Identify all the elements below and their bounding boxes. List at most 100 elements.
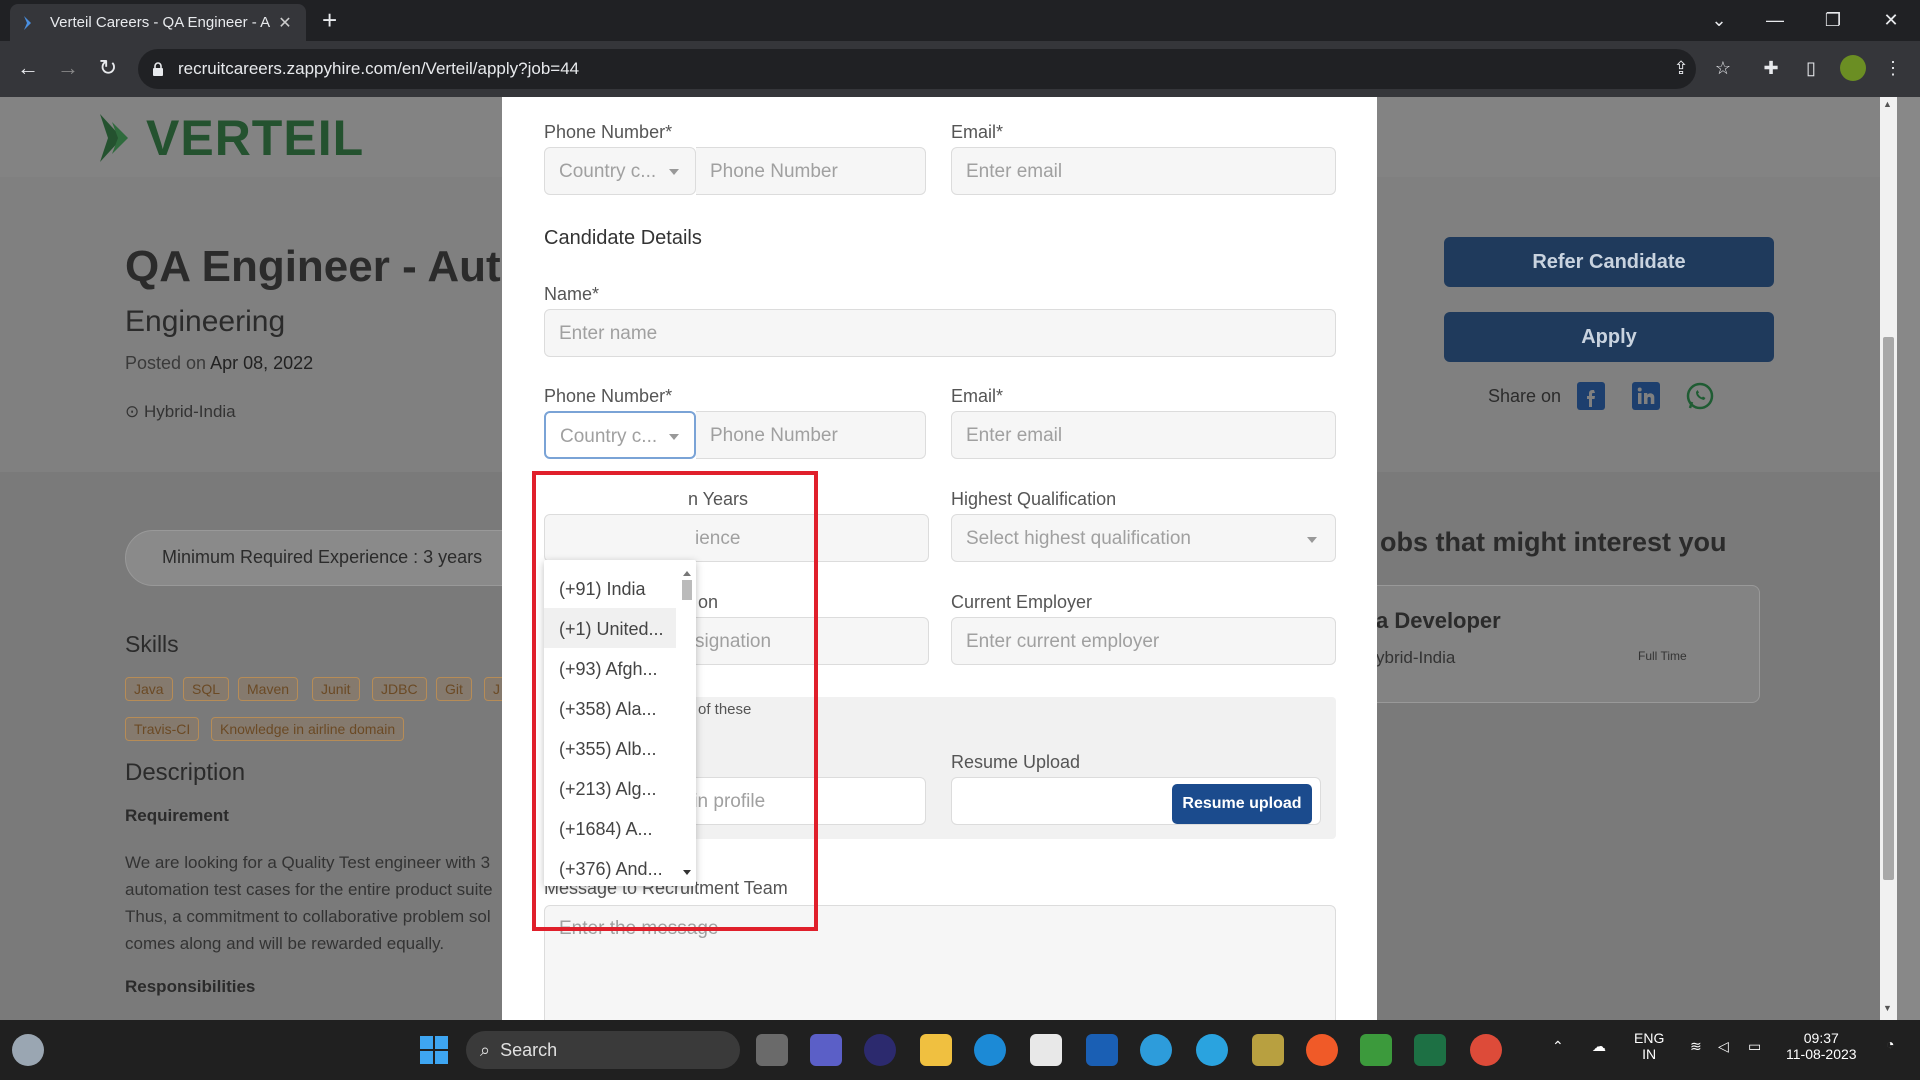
scrollbar-thumb[interactable] [1883, 337, 1894, 880]
back-icon[interactable]: ← [14, 55, 42, 81]
menu-kebab-icon[interactable]: ⋮ [1880, 55, 1906, 81]
candidate-details-heading: Candidate Details [544, 227, 702, 249]
paint-icon[interactable] [1252, 1034, 1284, 1066]
related-job-card[interactable]: a Developer ybrid-India Full Time [1340, 585, 1760, 703]
scroll-down-icon[interactable]: ▼ [1883, 1003, 1892, 1013]
clock[interactable]: 09:37 11-08-2023 [1786, 1030, 1857, 1062]
page-scrollbar[interactable]: ▲ ▼ [1880, 97, 1897, 1020]
clock-time: 09:37 [1803, 1030, 1839, 1046]
battery-icon[interactable]: ▭ [1748, 1038, 1761, 1055]
description-line: automation test cases for the entire pro… [125, 880, 493, 899]
description-line: comes along and will be rewarded equally… [125, 934, 445, 953]
extensions-icon[interactable]: ✚ [1758, 55, 1784, 81]
logo-text: VERTEIL [146, 110, 365, 166]
verteil-logo[interactable]: VERTEIL [98, 109, 364, 167]
skill-chip: Git [436, 677, 472, 701]
phone-input[interactable]: Phone Number [696, 411, 926, 459]
resume-label: Resume Upload [951, 752, 1081, 772]
location-text: Hybrid-India [143, 402, 236, 421]
employer-input[interactable]: Enter current employer [951, 617, 1336, 665]
whatsapp-icon[interactable] [1686, 382, 1714, 410]
refer-candidate-button[interactable]: Refer Candidate [1444, 237, 1774, 287]
related-job-location: ybrid-India [1376, 648, 1456, 667]
url-text: recruitcareers.zappyhire.com/en/Verteil/… [178, 59, 580, 78]
search-label: Search [500, 1039, 558, 1060]
browser-toolbar: ← → ↻ recruitcareers.zappyhire.com/en/Ve… [0, 41, 1920, 97]
language-indicator[interactable]: ENG IN [1634, 1030, 1664, 1062]
chrome-icon[interactable] [1470, 1034, 1502, 1066]
close-tab-icon[interactable]: ✕ [276, 13, 294, 33]
excel-icon[interactable] [1414, 1034, 1446, 1066]
related-job-title: a Developer [1376, 608, 1501, 633]
skill-chip: Java [125, 677, 173, 701]
top-phone-input[interactable]: Phone Number [696, 147, 926, 195]
wifi-icon[interactable]: ≋ [1690, 1038, 1702, 1055]
postman-icon[interactable] [1306, 1034, 1338, 1066]
microsoft-store-icon[interactable] [1030, 1034, 1062, 1066]
linkedin-icon[interactable] [1632, 382, 1660, 410]
browser-tab[interactable]: Verteil Careers - QA Engineer - A ✕ [10, 4, 306, 41]
job-location: ⊙ Hybrid-India [125, 402, 236, 422]
new-tab-icon[interactable]: + [322, 6, 337, 34]
eclipse-icon[interactable] [864, 1034, 896, 1066]
weather-icon[interactable] [12, 1034, 44, 1066]
chevron-down-icon [669, 434, 679, 440]
address-bar[interactable]: recruitcareers.zappyhire.com/en/Verteil/… [138, 49, 1696, 89]
teams-chat-icon[interactable] [810, 1034, 842, 1066]
verteil-favicon-icon [24, 15, 31, 30]
qualification-select[interactable]: Select highest qualification [951, 514, 1336, 562]
volume-icon[interactable]: ◁ [1718, 1038, 1729, 1055]
tab-search-chevron-icon[interactable]: ⌄ [1696, 0, 1742, 41]
edge-icon[interactable] [974, 1034, 1006, 1066]
scroll-up-icon[interactable]: ▲ [1883, 99, 1892, 109]
profile-avatar[interactable] [1840, 55, 1866, 81]
skill-chip: Knowledge in airline domain [211, 717, 405, 741]
task-view-icon[interactable] [756, 1034, 788, 1066]
resume-upload-button[interactable]: Resume upload [1172, 784, 1312, 824]
side-panel-icon[interactable]: ▯ [1798, 55, 1824, 81]
bookmark-star-icon[interactable]: ☆ [1710, 55, 1736, 81]
chevron-up-icon[interactable]: ⌃ [1552, 1038, 1564, 1055]
email-label: Email* [951, 386, 1004, 406]
taskbar-search[interactable]: ⌕ Search [466, 1031, 740, 1069]
windows-start-icon[interactable] [418, 1034, 450, 1066]
description-heading: Description [125, 759, 246, 786]
email-input[interactable]: Enter email [951, 411, 1336, 459]
restore-icon[interactable]: ❐ [1810, 0, 1856, 41]
location-pin-icon: ⊙ [125, 402, 140, 421]
node-icon[interactable] [1360, 1034, 1392, 1066]
facebook-icon[interactable] [1577, 382, 1605, 410]
top-email-input[interactable]: Enter email [951, 147, 1336, 195]
share-label: Share on [1488, 386, 1562, 406]
verteil-logo-mark-icon [100, 114, 128, 162]
posted-date: Posted on Apr 08, 2022 [125, 353, 313, 374]
description-text: We are looking for a Quality Test engine… [125, 849, 505, 957]
description-line: We are looking for a Quality Test engine… [125, 853, 491, 872]
myhp-icon[interactable] [1086, 1034, 1118, 1066]
description-line: Thus, a commitment to collaborative prob… [125, 907, 491, 926]
skill-chip: JDBC [372, 677, 427, 701]
minimize-icon[interactable]: — [1752, 0, 1798, 41]
name-input[interactable]: Enter name [544, 309, 1336, 357]
help-icon[interactable] [1140, 1034, 1172, 1066]
share-page-icon[interactable]: ⇪ [1668, 55, 1694, 81]
responsibilities-heading: Responsibilities [125, 977, 256, 996]
apply-button[interactable]: Apply [1444, 312, 1774, 362]
language-code: ENG [1634, 1030, 1665, 1046]
notification-icon[interactable]: ◔ [1886, 1036, 1894, 1052]
related-job-type: Full Time [1638, 649, 1687, 663]
skill-chip: SQL [183, 677, 230, 701]
phone-label: Phone Number* [544, 386, 673, 406]
skill-chip: Junit [312, 677, 360, 701]
onedrive-icon[interactable]: ☁ [1592, 1038, 1606, 1055]
name-label: Name* [544, 284, 600, 304]
tab-title: Verteil Careers - QA Engineer - A [50, 14, 271, 31]
annotation-highlight-box [532, 471, 818, 931]
posted-label: Posted on [125, 353, 207, 373]
file-explorer-icon[interactable] [920, 1034, 952, 1066]
close-window-icon[interactable]: ✕ [1868, 0, 1914, 41]
posted-date-value: Apr 08, 2022 [210, 353, 314, 373]
forward-icon[interactable]: → [54, 55, 82, 81]
telegram-icon[interactable] [1196, 1034, 1228, 1066]
reload-icon[interactable]: ↻ [94, 55, 122, 81]
